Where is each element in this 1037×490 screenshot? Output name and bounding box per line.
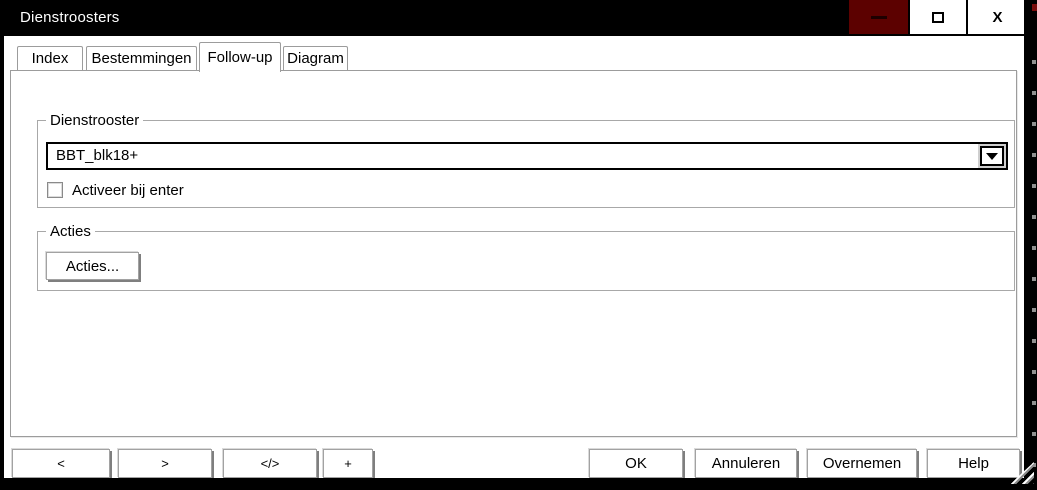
next-button[interactable]: > bbox=[118, 449, 212, 478]
overnemen-button[interactable]: Overnemen bbox=[807, 449, 917, 478]
previous-button[interactable]: < bbox=[12, 449, 110, 478]
maximize-button[interactable] bbox=[910, 0, 966, 34]
dialog-body: Index Bestemmingen Follow-up Diagram Die… bbox=[4, 36, 1024, 478]
ok-button[interactable]: OK bbox=[589, 449, 683, 478]
dienstrooster-combobox[interactable]: BBT_blk18+ bbox=[46, 142, 1008, 170]
minimize-button[interactable] bbox=[849, 0, 908, 34]
edge-tick bbox=[1032, 4, 1037, 11]
acties-group-label: Acties bbox=[46, 223, 95, 240]
dienstrooster-groupbox: Dienstrooster BBT_blk18+ Activeer bij en… bbox=[37, 112, 1015, 208]
dienstrooster-combobox-value: BBT_blk18+ bbox=[56, 147, 139, 164]
help-button[interactable]: Help bbox=[927, 449, 1020, 478]
tab-follow-up[interactable]: Follow-up bbox=[199, 42, 281, 72]
tab-panel-follow-up: Dienstrooster BBT_blk18+ Activeer bij en… bbox=[10, 70, 1017, 437]
bottom-edge-strip bbox=[0, 478, 1037, 490]
window-title: Dienstroosters bbox=[20, 9, 120, 26]
activeer-bij-enter-checkbox[interactable] bbox=[47, 182, 63, 198]
annuleren-button[interactable]: Annuleren bbox=[695, 449, 797, 478]
maximize-icon bbox=[932, 11, 944, 23]
dialog-window: Dienstroosters X Index Bestemmingen Foll… bbox=[0, 0, 1037, 490]
combobox-dropdown-button[interactable] bbox=[980, 146, 1004, 166]
activeer-bij-enter-label: Activeer bij enter bbox=[72, 181, 184, 199]
close-icon: X bbox=[992, 8, 1003, 26]
tab-strip: Index Bestemmingen Follow-up Diagram bbox=[17, 42, 348, 72]
edge-ticks bbox=[1032, 60, 1036, 480]
acties-button[interactable]: Acties... bbox=[46, 252, 139, 280]
titlebar: Dienstroosters X bbox=[0, 0, 1037, 36]
tab-bestemmingen[interactable]: Bestemmingen bbox=[86, 46, 197, 70]
prev-next-button[interactable]: </> bbox=[223, 449, 317, 478]
dienstrooster-group-label: Dienstrooster bbox=[46, 112, 144, 129]
screen-edge-strip bbox=[1024, 0, 1037, 490]
tab-diagram[interactable]: Diagram bbox=[283, 46, 348, 70]
tab-index[interactable]: Index bbox=[17, 46, 83, 70]
minimize-icon bbox=[870, 15, 887, 19]
close-button[interactable]: X bbox=[967, 0, 1027, 34]
activeer-bij-enter-checkbox-row[interactable]: Activeer bij enter bbox=[47, 181, 184, 199]
add-button[interactable]: + bbox=[323, 449, 373, 478]
chevron-down-icon bbox=[986, 152, 998, 160]
acties-groupbox: Acties Acties... bbox=[37, 223, 1015, 291]
